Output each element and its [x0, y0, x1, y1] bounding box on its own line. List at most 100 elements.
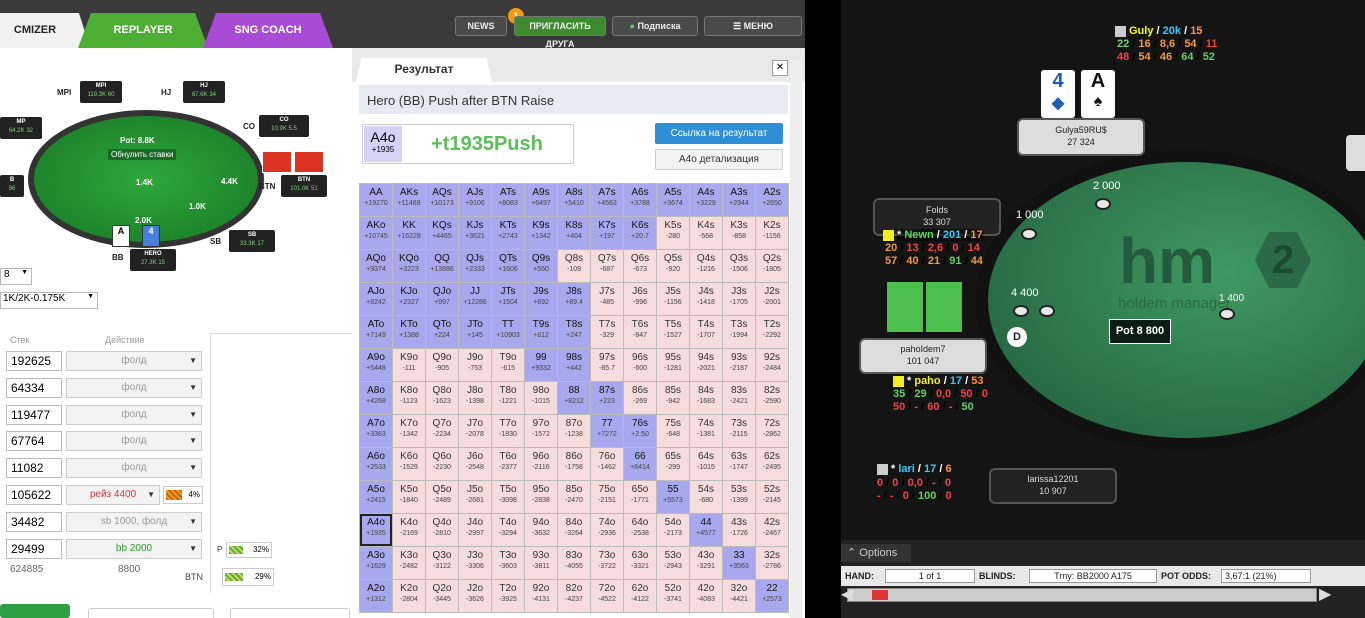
- hand-cell[interactable]: 72o -4522: [591, 580, 623, 612]
- slider-handle[interactable]: [872, 590, 888, 600]
- hand-cell[interactable]: K5s -280: [657, 217, 689, 249]
- hand-cell[interactable]: J3s -1705: [723, 283, 755, 315]
- hand-cell[interactable]: A4o +1935: [360, 514, 392, 546]
- hand-cell[interactable]: T9s +812: [525, 316, 557, 348]
- hand-cell[interactable]: 43s -1726: [723, 514, 755, 546]
- hand-cell[interactable]: 42s -2467: [756, 514, 788, 546]
- hand-cell[interactable]: A6s +3788: [624, 184, 656, 216]
- hand-cell[interactable]: 54o -2173: [657, 514, 689, 546]
- hand-cell[interactable]: T4o -3294: [492, 514, 524, 546]
- hand-cell[interactable]: 54s -680: [690, 481, 722, 513]
- hand-cell[interactable]: 93o -3811: [525, 547, 557, 579]
- hand-cell[interactable]: 74s -1381: [690, 415, 722, 447]
- hand-cell[interactable]: J8s +89.4: [558, 283, 590, 315]
- calculate-button[interactable]: [0, 604, 70, 618]
- hand-cell[interactable]: J5o -2681: [459, 481, 491, 513]
- hand-cell[interactable]: T6s -847: [624, 316, 656, 348]
- hand-cell[interactable]: 74o -2936: [591, 514, 623, 546]
- hand-cell[interactable]: 87s +223: [591, 382, 623, 414]
- hand-cell[interactable]: 62s -2495: [756, 448, 788, 480]
- hand-cell[interactable]: 95o -2838: [525, 481, 557, 513]
- hand-cell[interactable]: JJ +12286: [459, 283, 491, 315]
- hand-cell[interactable]: ATo +7149: [360, 316, 392, 348]
- hand-cell[interactable]: 76s +2.50: [624, 415, 656, 447]
- hand-cell[interactable]: 85o -2470: [558, 481, 590, 513]
- hand-cell[interactable]: JTs +1504: [492, 283, 524, 315]
- hand-cell[interactable]: QJo +997: [426, 283, 458, 315]
- hand-cell[interactable]: K4o -2169: [393, 514, 425, 546]
- timeline-slider[interactable]: [847, 588, 1317, 602]
- hand-cell[interactable]: K6o -1529: [393, 448, 425, 480]
- hand-cell[interactable]: Q9s +550: [525, 250, 557, 282]
- hand-cell[interactable]: 63s -1747: [723, 448, 755, 480]
- hand-cell[interactable]: J6o -2548: [459, 448, 491, 480]
- hand-cell[interactable]: J9o -753: [459, 349, 491, 381]
- hand-cell[interactable]: A9o +5448: [360, 349, 392, 381]
- hand-cell[interactable]: A4s +3229: [690, 184, 722, 216]
- stack-input[interactable]: 67764: [6, 431, 62, 451]
- hand-cell[interactable]: K9s +1342: [525, 217, 557, 249]
- hand-cell[interactable]: 77 +7272: [591, 415, 623, 447]
- seat-plate-larissa[interactable]: larissa12201 10 907: [991, 470, 1115, 502]
- hand-cell[interactable]: 94s -2021: [690, 349, 722, 381]
- hand-cell[interactable]: 62o -4122: [624, 580, 656, 612]
- seat-mp[interactable]: MP 64.2K 32: [0, 117, 42, 139]
- blinds-select[interactable]: 1K/2K-0.175K ▼: [0, 292, 98, 309]
- hand-cell[interactable]: 73s -2115: [723, 415, 755, 447]
- hand-cell[interactable]: ATs +8083: [492, 184, 524, 216]
- hand-cell[interactable]: 43o -3291: [690, 547, 722, 579]
- hand-cell[interactable]: Q8s -109: [558, 250, 590, 282]
- action-select[interactable]: фолд: [66, 351, 202, 371]
- hand-cell[interactable]: K6s +20.7: [624, 217, 656, 249]
- hand-cell[interactable]: 65o -1771: [624, 481, 656, 513]
- hand-cell[interactable]: Q2s -1805: [756, 250, 788, 282]
- hand-cell[interactable]: K2s -1156: [756, 217, 788, 249]
- hand-cell[interactable]: 99 +9332: [525, 349, 557, 381]
- hand-cell[interactable]: 52o -3741: [657, 580, 689, 612]
- seat-plate-paho[interactable]: pahoIdem7 101 047: [861, 340, 985, 372]
- hand-cell[interactable]: 96o -2116: [525, 448, 557, 480]
- hand-cell[interactable]: AA +19270: [360, 184, 392, 216]
- invite-friend-button[interactable]: ПРИГЛАСИТЬ ДРУГА: [514, 16, 606, 49]
- hand-cell[interactable]: T4s -1707: [690, 316, 722, 348]
- hand-cell[interactable]: 75o -2151: [591, 481, 623, 513]
- hand-cell[interactable]: Q3o -3122: [426, 547, 458, 579]
- hand-cell[interactable]: Q6o -2230: [426, 448, 458, 480]
- hand-cell[interactable]: KTs +2743: [492, 217, 524, 249]
- hand-cell[interactable]: Q9o -905: [426, 349, 458, 381]
- hand-cell[interactable]: J7s -485: [591, 283, 623, 315]
- hand-cell[interactable]: 96s -600: [624, 349, 656, 381]
- hand-cell[interactable]: Q5s -920: [657, 250, 689, 282]
- hand-cell[interactable]: Q4o -2810: [426, 514, 458, 546]
- hand-cell[interactable]: 86o -1758: [558, 448, 590, 480]
- hand-cell[interactable]: 98o -1015: [525, 382, 557, 414]
- hand-cell[interactable]: J6s -996: [624, 283, 656, 315]
- hand-cell[interactable]: A2o +1312: [360, 580, 392, 612]
- hand-cell[interactable]: Q2o -3445: [426, 580, 458, 612]
- hand-cell[interactable]: 75s -648: [657, 415, 689, 447]
- hand-cell[interactable]: 32s -2786: [756, 547, 788, 579]
- hand-cell[interactable]: Q7o -2234: [426, 415, 458, 447]
- hand-cell[interactable]: J5s -1156: [657, 283, 689, 315]
- options-button[interactable]: ⌃ Options: [841, 544, 911, 562]
- hand-cell[interactable]: A7o +3363: [360, 415, 392, 447]
- hand-cell[interactable]: 92s -2484: [756, 349, 788, 381]
- hand-cell[interactable]: K7s +197: [591, 217, 623, 249]
- hand-cell[interactable]: KK +16228: [393, 217, 425, 249]
- hand-cell[interactable]: J9s +692: [525, 283, 557, 315]
- hand-cell[interactable]: 64s -1015: [690, 448, 722, 480]
- hand-cell[interactable]: 53s -1399: [723, 481, 755, 513]
- hand-cell[interactable]: 76o -1462: [591, 448, 623, 480]
- hand-cell[interactable]: KJs +3621: [459, 217, 491, 249]
- hand-cell[interactable]: K4s -568: [690, 217, 722, 249]
- hand-cell[interactable]: 97s -85.7: [591, 349, 623, 381]
- hand-cell[interactable]: A8s +5410: [558, 184, 590, 216]
- reset-bets-button[interactable]: Обнулить ставки: [108, 149, 177, 160]
- hand-cell[interactable]: K2o -2804: [393, 580, 425, 612]
- hand-cell[interactable]: JTo +145: [459, 316, 491, 348]
- hand-cell[interactable]: T7s -329: [591, 316, 623, 348]
- hand-cell[interactable]: Q8o -1623: [426, 382, 458, 414]
- news-button[interactable]: NEWS: [455, 16, 507, 36]
- hand-cell[interactable]: AJo +8242: [360, 283, 392, 315]
- hand-cell[interactable]: 66 +6414: [624, 448, 656, 480]
